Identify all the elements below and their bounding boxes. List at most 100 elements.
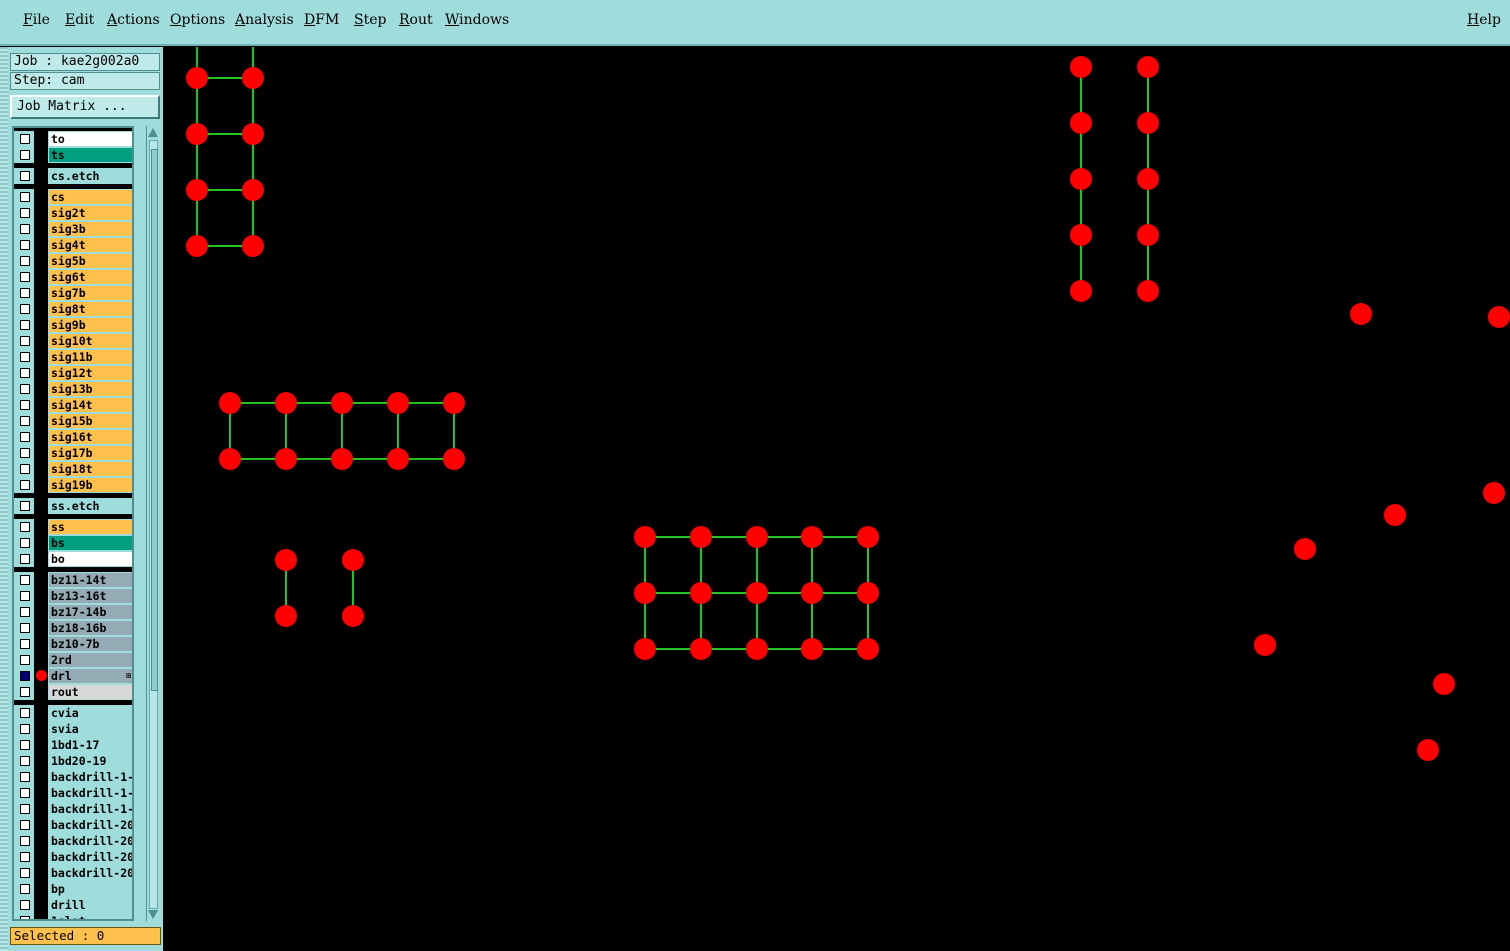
layer-checkbox[interactable] xyxy=(20,522,30,532)
scroll-thumb[interactable] xyxy=(151,149,158,691)
layer-display-slot[interactable] xyxy=(34,147,48,163)
layer-row[interactable]: backdrill-20 xyxy=(14,849,132,865)
menu-dfm[interactable]: DFM xyxy=(304,12,339,28)
drill-pad[interactable] xyxy=(331,448,353,470)
menu-step[interactable]: Step xyxy=(354,12,386,28)
layer-name[interactable]: backdrill-1- xyxy=(49,786,132,800)
layer-display-slot[interactable] xyxy=(34,652,48,668)
layer-row[interactable]: sig4t xyxy=(14,237,132,253)
layer-display-slot[interactable] xyxy=(34,285,48,301)
drill-pad[interactable] xyxy=(275,392,297,414)
layer-row[interactable]: to xyxy=(14,131,132,147)
layer-row[interactable]: backdrill-1- xyxy=(14,769,132,785)
menu-rout[interactable]: Rout xyxy=(399,12,433,28)
layer-name[interactable]: sig5b xyxy=(49,254,132,268)
layer-name[interactable]: bz17-14b xyxy=(49,605,132,619)
layer-row[interactable]: sig12t xyxy=(14,365,132,381)
layer-display-slot[interactable] xyxy=(34,498,48,514)
layer-name[interactable]: 1bd1-17 xyxy=(49,738,132,752)
layer-display-slot[interactable] xyxy=(34,429,48,445)
layer-name[interactable]: sig2t xyxy=(49,206,132,220)
layer-row[interactable]: sig10t xyxy=(14,333,132,349)
layer-name[interactable]: sig10t xyxy=(49,334,132,348)
menu-windows[interactable]: Windows xyxy=(445,12,509,28)
drill-pad[interactable] xyxy=(634,582,656,604)
layer-name[interactable]: drill xyxy=(49,898,132,912)
drill-pad[interactable] xyxy=(690,582,712,604)
layer-row[interactable]: sig19b xyxy=(14,477,132,493)
layer-name[interactable]: ss xyxy=(49,520,132,534)
layer-display-slot[interactable] xyxy=(34,833,48,849)
layer-name[interactable]: sig18t xyxy=(49,462,132,476)
layer-checkbox[interactable] xyxy=(20,288,30,298)
layer-checkbox[interactable] xyxy=(20,671,30,681)
drill-pad[interactable] xyxy=(690,638,712,660)
layer-name[interactable]: sig17b xyxy=(49,446,132,460)
layer-display-slot[interactable] xyxy=(34,737,48,753)
layer-checkbox[interactable] xyxy=(20,623,30,633)
layer-display-slot[interactable] xyxy=(34,620,48,636)
layer-name[interactable]: sig6t xyxy=(49,270,132,284)
layer-checkbox[interactable] xyxy=(20,538,30,548)
layer-name[interactable]: rout xyxy=(49,685,132,699)
graphics-canvas[interactable] xyxy=(163,47,1510,951)
drill-pad[interactable] xyxy=(1483,482,1505,504)
layer-display-slot[interactable] xyxy=(34,301,48,317)
drill-pad[interactable] xyxy=(186,123,208,145)
layer-display-slot[interactable] xyxy=(34,519,48,535)
layer-name[interactable]: 1bd20-19 xyxy=(49,754,132,768)
layer-display-slot[interactable] xyxy=(34,785,48,801)
layer-checkbox[interactable] xyxy=(20,591,30,601)
layer-name[interactable]: svia xyxy=(49,722,132,736)
drill-pad[interactable] xyxy=(1070,224,1092,246)
layer-name[interactable]: bz13-16t xyxy=(49,589,132,603)
layer-list-scrollbar[interactable] xyxy=(146,126,159,921)
layer-row[interactable]: ss xyxy=(14,519,132,535)
layer-checkbox[interactable] xyxy=(20,916,30,919)
layer-name[interactable]: bz10-7b xyxy=(49,637,132,651)
drill-pad[interactable] xyxy=(801,582,823,604)
layer-row[interactable]: 2rd xyxy=(14,652,132,668)
scroll-track[interactable] xyxy=(149,140,158,909)
layer-name[interactable]: bp xyxy=(49,882,132,896)
drill-pad[interactable] xyxy=(443,448,465,470)
layer-name[interactable]: cvia xyxy=(49,706,132,720)
layer-row[interactable]: cs.etch xyxy=(14,168,132,184)
layer-row[interactable]: 1slot xyxy=(14,913,132,919)
layer-name[interactable]: 1slot xyxy=(49,914,132,919)
drill-pad[interactable] xyxy=(275,448,297,470)
layer-row[interactable]: backdrill-20 xyxy=(14,833,132,849)
drill-pad[interactable] xyxy=(1070,56,1092,78)
layer-checkbox[interactable] xyxy=(20,900,30,910)
layer-checkbox[interactable] xyxy=(20,639,30,649)
drill-pad[interactable] xyxy=(746,638,768,660)
menu-help[interactable]: Help xyxy=(1467,12,1501,28)
layer-name[interactable]: backdrill-20 xyxy=(49,866,132,880)
layer-row[interactable]: ss.etch xyxy=(14,498,132,514)
layer-name[interactable]: sig7b xyxy=(49,286,132,300)
drill-pad[interactable] xyxy=(1433,673,1455,695)
drill-pad[interactable] xyxy=(1350,303,1372,325)
layer-display-slot[interactable] xyxy=(34,189,48,205)
layer-row[interactable]: sig3b xyxy=(14,221,132,237)
layer-checkbox[interactable] xyxy=(20,788,30,798)
drill-pad[interactable] xyxy=(1254,634,1276,656)
drill-pad[interactable] xyxy=(219,448,241,470)
menu-file[interactable]: File xyxy=(23,12,50,28)
drill-pad[interactable] xyxy=(1488,306,1510,328)
layer-row[interactable]: 1bd1-17 xyxy=(14,737,132,753)
layer-name[interactable]: backdrill-1- xyxy=(49,802,132,816)
layer-display-slot[interactable] xyxy=(34,461,48,477)
drill-pad[interactable] xyxy=(857,582,879,604)
layer-row[interactable]: drill xyxy=(14,897,132,913)
layer-display-slot[interactable] xyxy=(34,333,48,349)
layer-checkbox[interactable] xyxy=(20,208,30,218)
layer-display-slot[interactable] xyxy=(34,684,48,700)
layer-row[interactable]: sig9b xyxy=(14,317,132,333)
layer-row[interactable]: sig8t xyxy=(14,301,132,317)
layer-display-slot[interactable] xyxy=(34,769,48,785)
layer-display-slot[interactable] xyxy=(34,397,48,413)
layer-checkbox[interactable] xyxy=(20,384,30,394)
layer-display-slot[interactable] xyxy=(34,913,48,919)
layer-row[interactable]: bz17-14b xyxy=(14,604,132,620)
